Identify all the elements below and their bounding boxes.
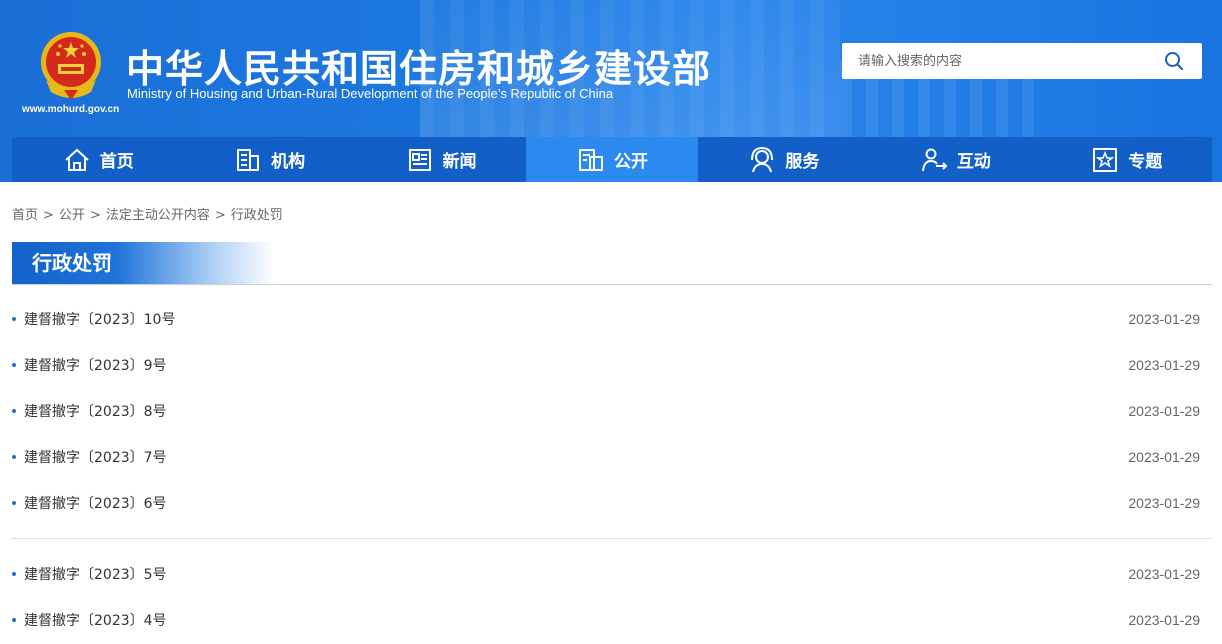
- list-item-date: 2023-01-29: [1128, 357, 1200, 373]
- list-item-date: 2023-01-29: [1128, 311, 1200, 327]
- bullet-icon: [12, 409, 16, 413]
- list-item-date: 2023-01-29: [1128, 495, 1200, 511]
- public-icon: [578, 148, 603, 171]
- list-item: 建督撤字〔2023〕7号 2023-01-29: [12, 434, 1212, 480]
- nav-item-interact[interactable]: 互动: [869, 137, 1040, 182]
- group-divider: [12, 538, 1212, 539]
- nav-item-label: 服务: [785, 152, 820, 172]
- list-item-title: 建督撤字〔2023〕5号: [24, 567, 167, 583]
- list-item-link[interactable]: 建督撤字〔2023〕6号: [12, 493, 167, 513]
- list-item: 建督撤字〔2023〕6号 2023-01-29: [12, 480, 1212, 526]
- list-item: 建督撤字〔2023〕10号 2023-01-29: [12, 296, 1212, 342]
- list-group: 建督撤字〔2023〕5号 2023-01-29 建督撤字〔2023〕4号 202…: [12, 551, 1212, 643]
- interact-icon: [921, 148, 948, 171]
- nav-item-home[interactable]: 首页: [12, 137, 183, 182]
- document-list: 建督撤字〔2023〕10号 2023-01-29 建督撤字〔2023〕9号 20…: [12, 296, 1212, 643]
- search-input[interactable]: [842, 43, 1162, 79]
- nav-item-label: 新闻: [442, 152, 477, 172]
- nav-item-label: 公开: [613, 152, 648, 172]
- list-item-title: 建督撤字〔2023〕7号: [24, 450, 167, 466]
- list-item-title: 建督撤字〔2023〕9号: [24, 358, 167, 374]
- news-icon: [408, 148, 431, 171]
- list-item-date: 2023-01-29: [1128, 403, 1200, 419]
- list-item-title: 建督撤字〔2023〕10号: [24, 312, 176, 328]
- bullet-icon: [12, 572, 16, 576]
- site-url: www.mohurd.gov.cn: [22, 104, 120, 115]
- nav-item-label: 互动: [956, 152, 991, 172]
- main-nav: 首页 机构 新闻 公开 服务 互动 专题: [12, 137, 1212, 182]
- nav-item-special[interactable]: 专题: [1041, 137, 1212, 182]
- bullet-icon: [12, 317, 16, 321]
- section-title: 行政处罚: [12, 242, 274, 284]
- bullet-icon: [12, 363, 16, 367]
- list-item: 建督撤字〔2023〕5号 2023-01-29: [12, 551, 1212, 597]
- list-item: 建督撤字〔2023〕8号 2023-01-29: [12, 388, 1212, 434]
- breadcrumb-separator: >: [43, 208, 54, 223]
- building-icon: [237, 148, 260, 171]
- bullet-icon: [12, 501, 16, 505]
- site-title: 中华人民共和国住房和城乡建设部: [126, 47, 712, 91]
- list-item-date: 2023-01-29: [1128, 612, 1200, 628]
- nav-item-public[interactable]: 公开: [526, 137, 698, 182]
- nav-item-news[interactable]: 新闻: [355, 137, 526, 182]
- nav-item-org[interactable]: 机构: [183, 137, 354, 182]
- service-icon: [751, 146, 774, 172]
- nav-item-service[interactable]: 服务: [698, 137, 869, 182]
- list-item-title: 建督撤字〔2023〕8号: [24, 404, 167, 420]
- breadcrumb-separator: >: [89, 208, 101, 223]
- breadcrumb-legal-content[interactable]: 法定主动公开内容: [106, 208, 210, 223]
- list-item-link[interactable]: 建督撤字〔2023〕10号: [12, 309, 175, 329]
- list-item-link[interactable]: 建督撤字〔2023〕8号: [12, 401, 167, 421]
- breadcrumb-home[interactable]: 首页: [12, 208, 38, 223]
- nav-item-label: 机构: [271, 152, 306, 172]
- list-item: 建督撤字〔2023〕4号 2023-01-29: [12, 597, 1212, 643]
- home-icon: [65, 148, 89, 171]
- list-item-date: 2023-01-29: [1128, 566, 1200, 582]
- site-subtitle: Ministry of Housing and Urban-Rural Deve…: [127, 86, 614, 101]
- nav-item-label: 专题: [1128, 152, 1163, 172]
- breadcrumb-separator: >: [214, 208, 226, 223]
- list-group: 建督撤字〔2023〕10号 2023-01-29 建督撤字〔2023〕9号 20…: [12, 296, 1212, 526]
- breadcrumb-current: 行政处罚: [230, 208, 283, 223]
- bullet-icon: [12, 618, 16, 622]
- list-item-title: 建督撤字〔2023〕4号: [24, 613, 167, 629]
- list-item-title: 建督撤字〔2023〕6号: [24, 496, 167, 512]
- special-icon: [1093, 147, 1118, 172]
- list-item-date: 2023-01-29: [1128, 449, 1200, 465]
- breadcrumb: 首页 > 公开 > 法定主动公开内容 > 行政处罚: [12, 204, 283, 223]
- section-header: 行政处罚: [12, 242, 1212, 285]
- nav-item-label: 首页: [99, 152, 134, 172]
- list-item: 建督撤字〔2023〕9号 2023-01-29: [12, 342, 1212, 388]
- search-box: [842, 43, 1202, 79]
- list-item-link[interactable]: 建督撤字〔2023〕9号: [12, 355, 167, 375]
- list-item-link[interactable]: 建督撤字〔2023〕7号: [12, 447, 167, 467]
- breadcrumb-public[interactable]: 公开: [59, 208, 85, 223]
- search-icon[interactable]: [1164, 51, 1184, 71]
- list-item-link[interactable]: 建督撤字〔2023〕5号: [12, 564, 167, 584]
- national-emblem-icon: [41, 32, 101, 100]
- bullet-icon: [12, 455, 16, 459]
- list-item-link[interactable]: 建督撤字〔2023〕4号: [12, 610, 167, 630]
